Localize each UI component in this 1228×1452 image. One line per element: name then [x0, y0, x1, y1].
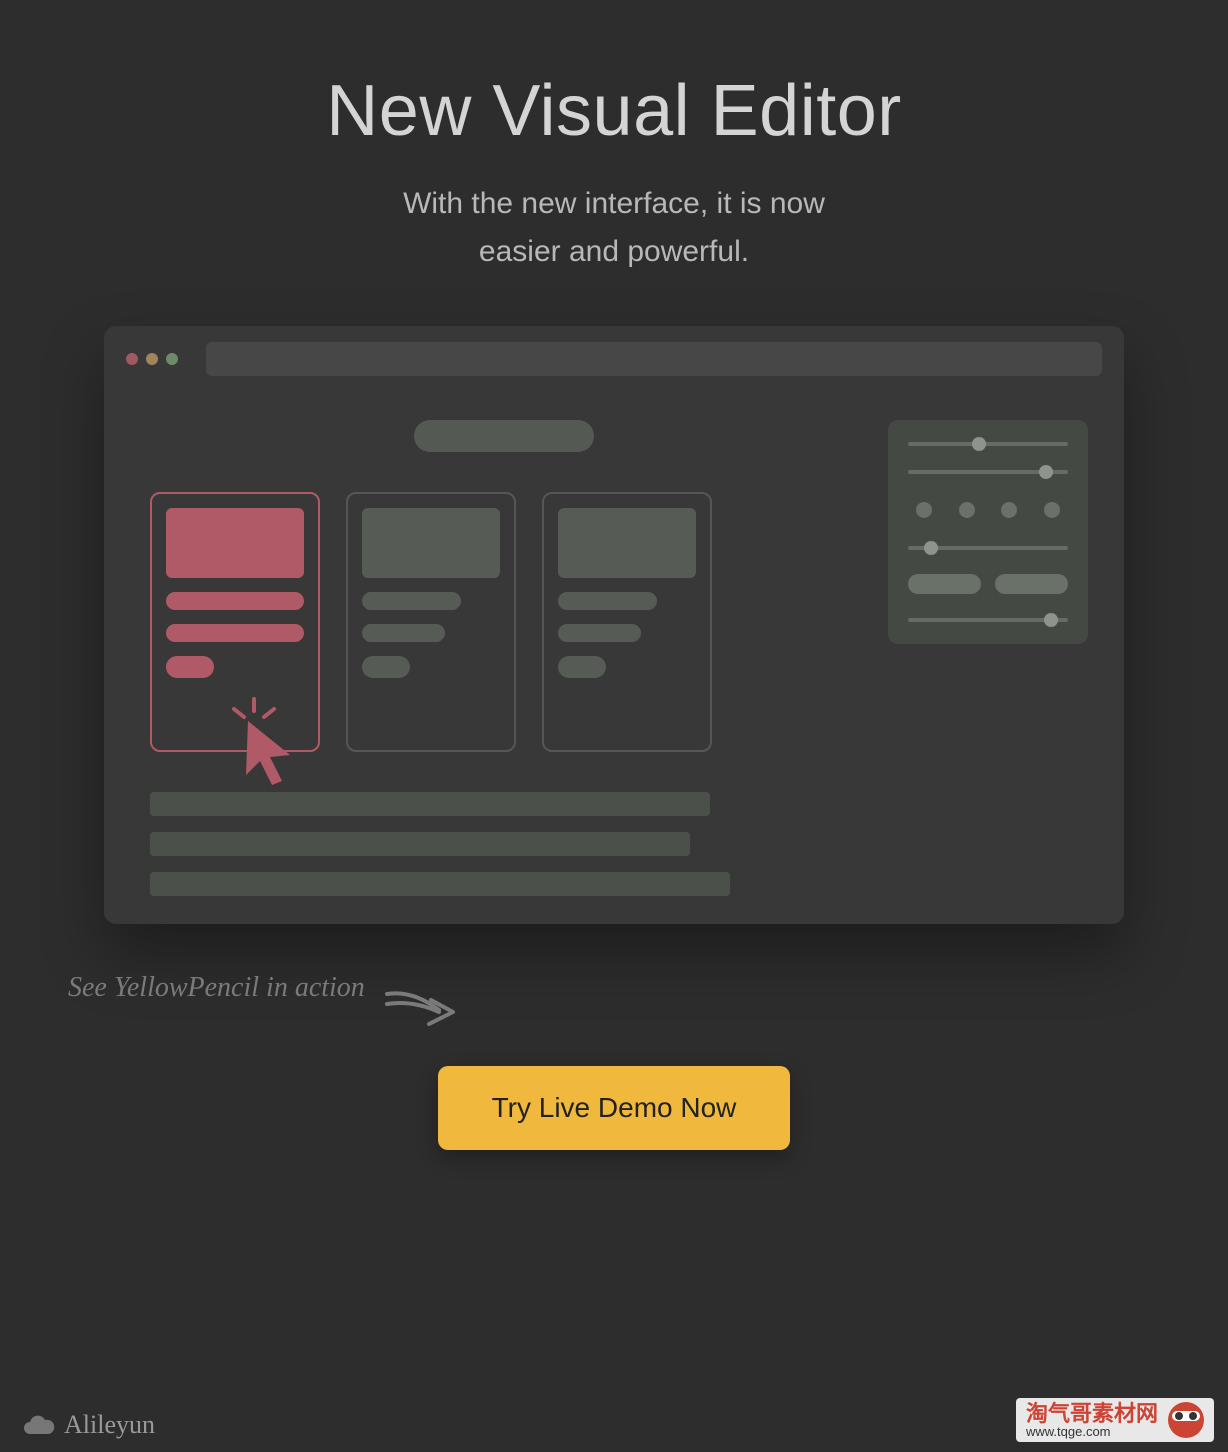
card-row: [150, 492, 858, 752]
placeholder-line: [362, 624, 445, 642]
page-subtitle: With the new interface, it is now easier…: [0, 180, 1228, 276]
placeholder-title: [414, 420, 594, 452]
placeholder-line: [150, 792, 710, 816]
page-title: New Visual Editor: [0, 70, 1228, 152]
slider-control[interactable]: [908, 546, 1068, 550]
swatch-icon[interactable]: [1001, 502, 1017, 518]
controls-panel: [888, 420, 1088, 644]
try-demo-button[interactable]: Try Live Demo Now: [438, 1066, 791, 1150]
card-item[interactable]: [542, 492, 712, 752]
card-item[interactable]: [346, 492, 516, 752]
arrow-icon: [383, 982, 463, 1032]
slider-control[interactable]: [908, 618, 1068, 622]
maximize-icon: [166, 353, 178, 365]
caption-row: See YellowPencil in action: [68, 972, 1228, 1032]
hero-section: New Visual Editor With the new interface…: [0, 0, 1228, 276]
watermark-url: www.tqge.com: [1026, 1425, 1158, 1438]
toggle-row: [908, 574, 1068, 594]
toggle-button[interactable]: [995, 574, 1068, 594]
placeholder-line: [166, 592, 304, 610]
browser-mockup: [104, 326, 1124, 924]
placeholder-line: [150, 832, 690, 856]
window-controls: [126, 353, 178, 365]
color-swatches: [908, 498, 1068, 522]
footer-watermark: 淘气哥素材网 www.tqge.com: [1016, 1398, 1214, 1442]
content-area: [150, 420, 858, 752]
card-image-placeholder: [166, 508, 304, 578]
toggle-button[interactable]: [908, 574, 981, 594]
placeholder-button: [558, 656, 606, 678]
placeholder-line: [558, 592, 657, 610]
address-bar: [206, 342, 1102, 376]
card-image-placeholder: [362, 508, 500, 578]
placeholder-button: [166, 656, 214, 678]
caption-text: See YellowPencil in action: [68, 972, 365, 1004]
footer-brand: Alileyun: [22, 1410, 155, 1440]
placeholder-line: [166, 624, 304, 642]
swatch-icon[interactable]: [1044, 502, 1060, 518]
cloud-icon: [22, 1414, 56, 1436]
slider-control[interactable]: [908, 442, 1068, 446]
minimize-icon: [146, 353, 158, 365]
cursor-icon: [220, 695, 300, 790]
placeholder-line: [150, 872, 730, 896]
close-icon: [126, 353, 138, 365]
card-image-placeholder: [558, 508, 696, 578]
footer-brand-text: Alileyun: [64, 1410, 155, 1440]
browser-toolbar: [104, 326, 1124, 390]
swatch-icon[interactable]: [916, 502, 932, 518]
watermark-title: 淘气哥素材网: [1026, 1403, 1158, 1425]
mascot-icon: [1168, 1402, 1204, 1438]
placeholder-line: [362, 592, 461, 610]
swatch-icon[interactable]: [959, 502, 975, 518]
placeholder-line: [558, 624, 641, 642]
card-selected[interactable]: [150, 492, 320, 752]
slider-control[interactable]: [908, 470, 1068, 474]
placeholder-button: [362, 656, 410, 678]
editor-canvas: [104, 390, 1124, 762]
